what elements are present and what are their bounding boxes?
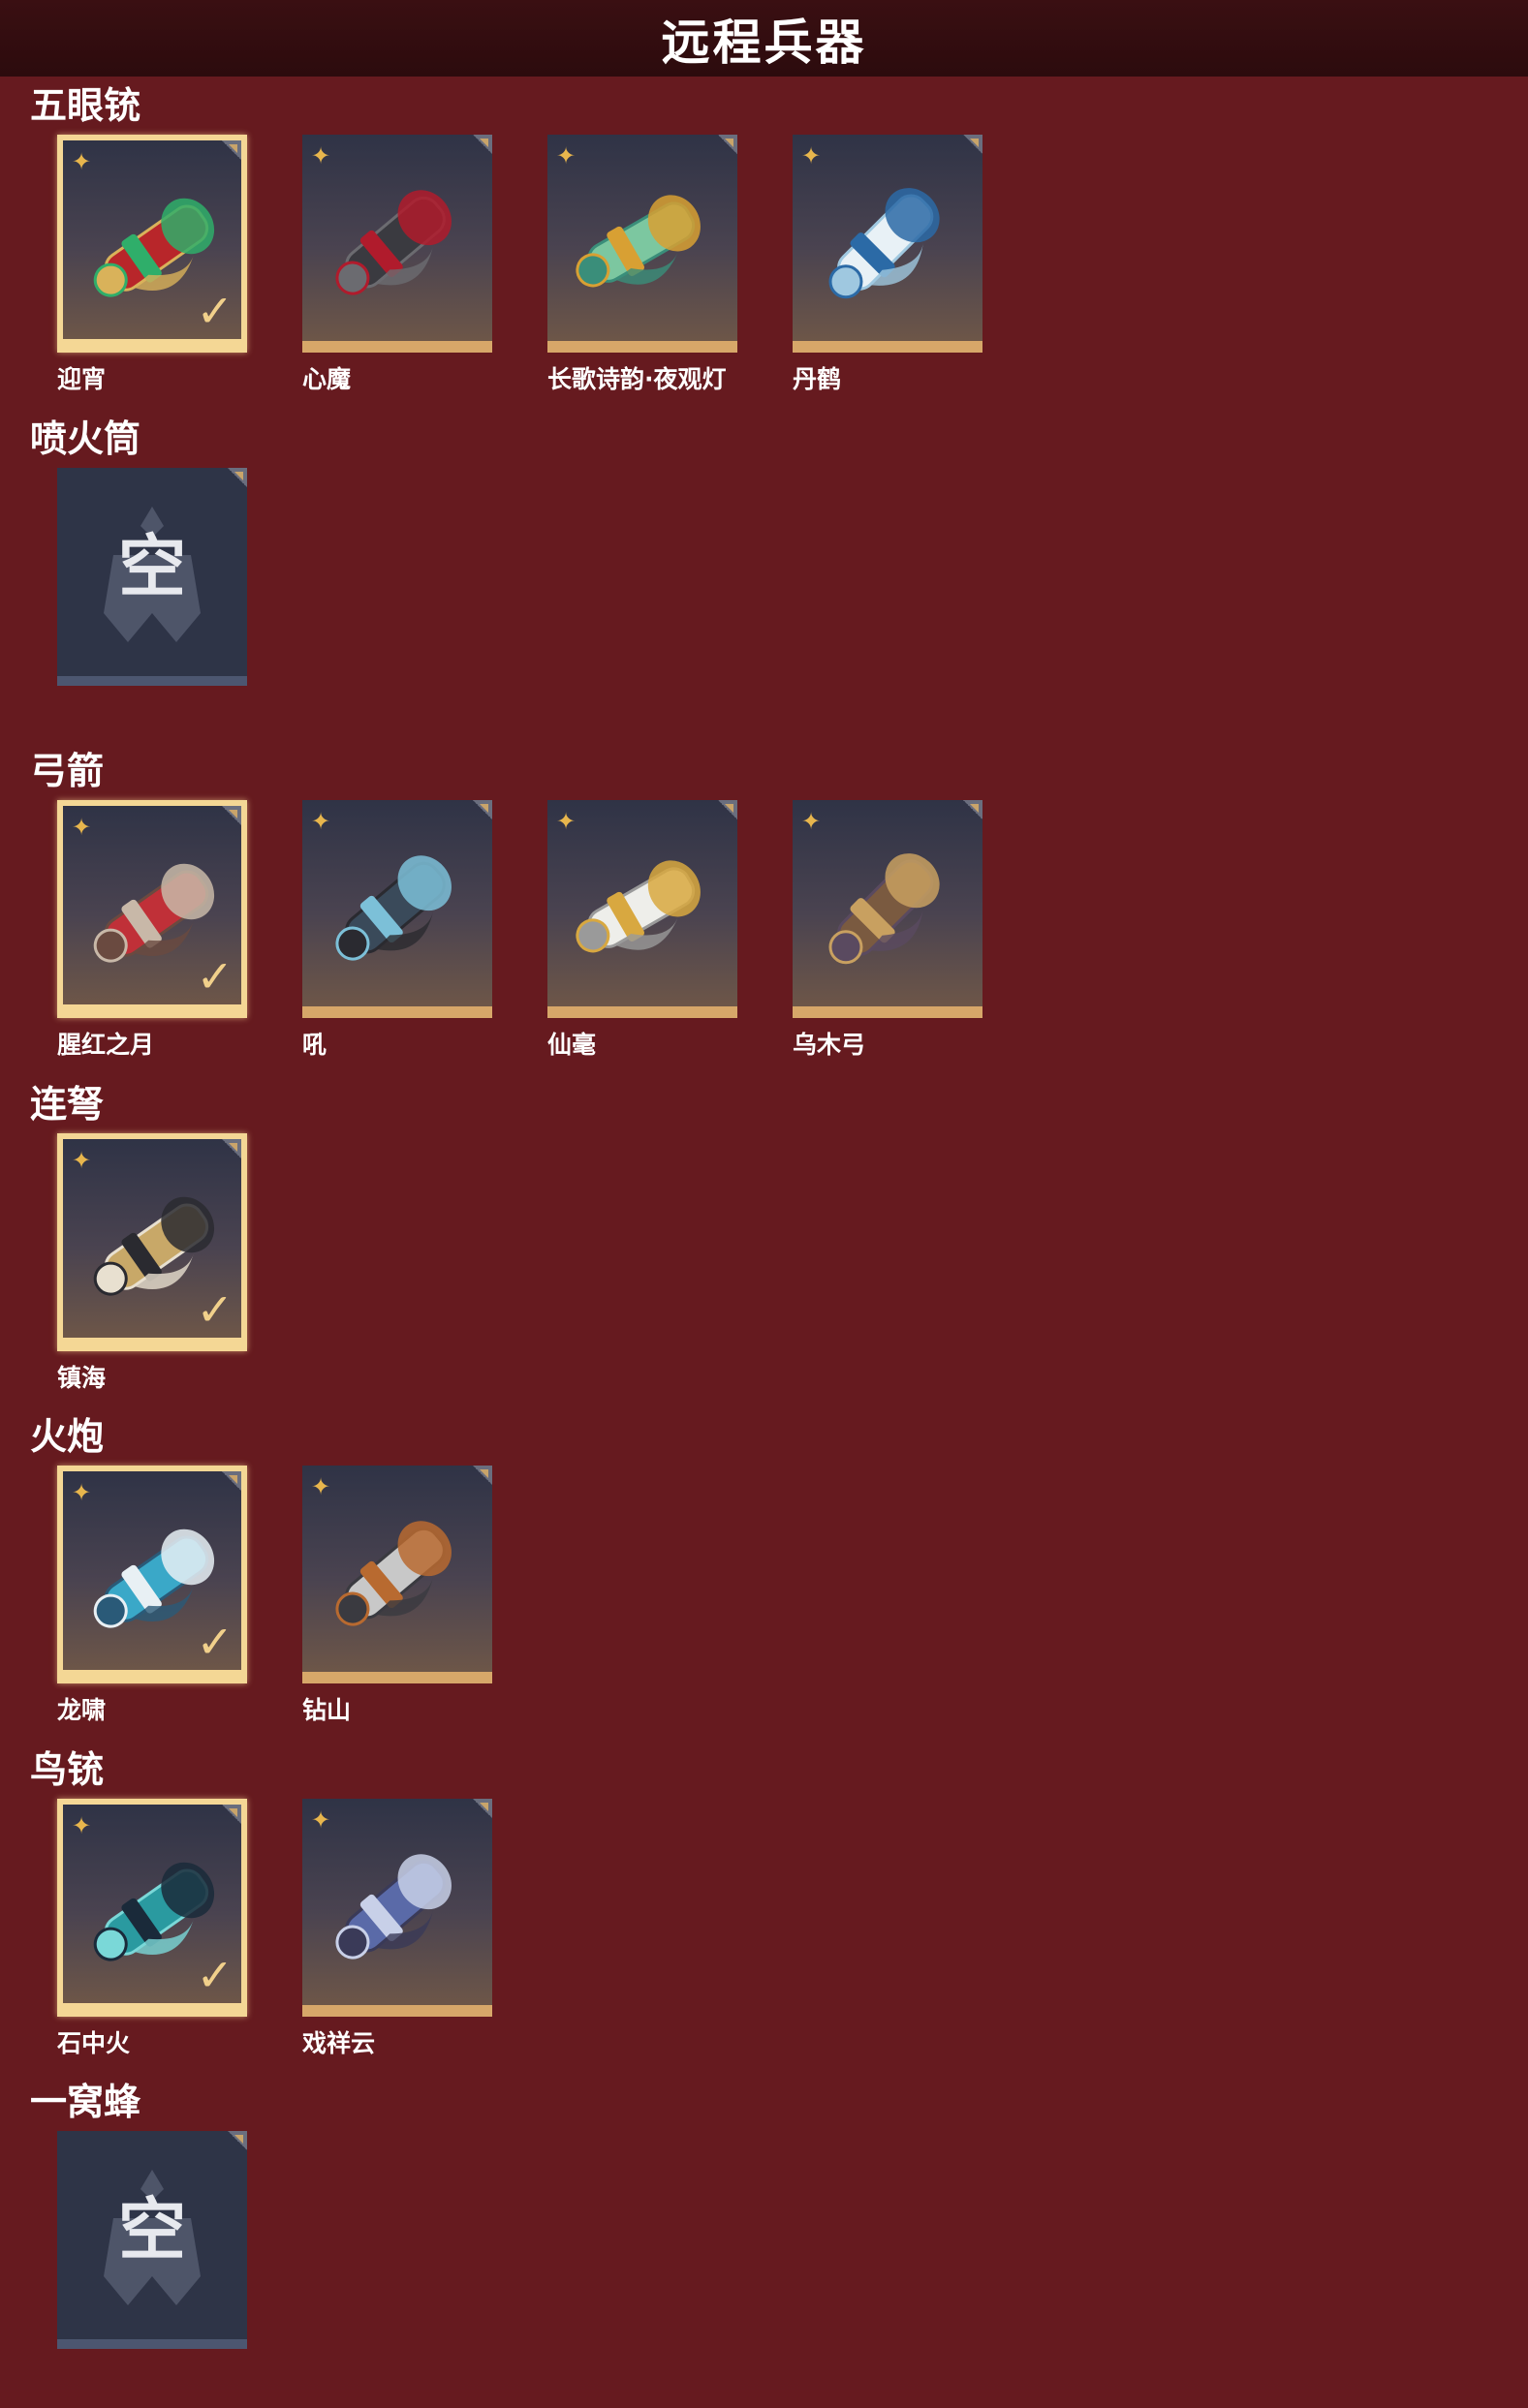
corner-tab-icon bbox=[473, 1466, 492, 1485]
weapon-name: 镇海 bbox=[57, 1364, 107, 1392]
empty-slot-label: 空 bbox=[118, 527, 186, 606]
weapon-art bbox=[335, 190, 452, 295]
weapon-item[interactable]: ✦ 仙毫 bbox=[547, 800, 737, 1066]
weapon-card[interactable]: ✦ bbox=[547, 800, 737, 1018]
weapon-card[interactable]: ✦ ✓ bbox=[57, 1133, 247, 1351]
equipped-check-icon: ✓ bbox=[196, 1949, 234, 2001]
section-title: 喷火筒 bbox=[30, 417, 141, 460]
weapon-card[interactable]: ✦ bbox=[302, 800, 492, 1018]
corner-tab-icon bbox=[228, 2131, 247, 2150]
weapon-card[interactable]: ✦ bbox=[547, 135, 737, 353]
corner-tab-icon bbox=[222, 806, 241, 825]
corner-tab-icon bbox=[222, 1139, 241, 1158]
weapon-card[interactable]: ✦ ✓ bbox=[57, 1466, 247, 1683]
empty-slot-card[interactable]: 空 bbox=[57, 2131, 247, 2349]
weapon-item[interactable]: ✦ ✓ 龙啸 bbox=[57, 1466, 247, 1732]
corner-tab-icon bbox=[963, 800, 982, 819]
weapon-art bbox=[576, 860, 701, 953]
weapon-section: 五眼铳 ✦ ✓ 迎宵 ✦ 心魔 ✦ 长歌诗韵·夜观灯 ✦ 丹鹤 bbox=[0, 83, 1528, 403]
equipped-check-icon: ✓ bbox=[196, 1283, 234, 1336]
section-title: 火炮 bbox=[30, 1415, 105, 1458]
weapon-art bbox=[828, 188, 940, 299]
weapon-art bbox=[576, 195, 701, 288]
corner-tab-icon bbox=[473, 1799, 492, 1818]
weapon-card[interactable]: ✦ bbox=[793, 135, 982, 353]
section-title: 五眼铳 bbox=[30, 84, 141, 127]
weapon-name: 石中火 bbox=[57, 2029, 131, 2057]
weapon-name: 钻山 bbox=[302, 1696, 352, 1724]
weapon-name: 腥红之月 bbox=[57, 1031, 155, 1059]
weapon-section: 喷火筒空 bbox=[0, 417, 1528, 736]
weapon-item[interactable]: ✦ ✓ 石中火 bbox=[57, 1799, 247, 2065]
page-title: 远程兵器 bbox=[661, 14, 867, 71]
corner-tab-icon bbox=[473, 800, 492, 819]
weapon-card[interactable]: ✦ bbox=[302, 1466, 492, 1683]
weapon-name: 仙毫 bbox=[547, 1031, 597, 1059]
weapon-name: 迎宵 bbox=[57, 365, 107, 393]
equipped-check-icon: ✓ bbox=[196, 285, 234, 337]
corner-tab-icon bbox=[718, 135, 737, 154]
weapon-item[interactable]: ✦ 戏祥云 bbox=[302, 1799, 492, 2065]
weapon-art bbox=[335, 855, 452, 961]
empty-slot-card[interactable]: 空 bbox=[57, 468, 247, 686]
section-title: 鸟铳 bbox=[30, 1748, 105, 1791]
weapon-item[interactable]: ✦ 丹鹤 bbox=[793, 135, 982, 401]
weapon-art bbox=[335, 1521, 452, 1626]
weapon-card[interactable]: ✦ ✓ bbox=[57, 1799, 247, 2017]
weapon-section: 弓箭 ✦ ✓ 腥红之月 ✦ 吼 ✦ 仙毫 ✦ 乌木弓 bbox=[0, 749, 1528, 1068]
weapon-name: 戏祥云 bbox=[302, 2029, 376, 2057]
weapon-name: 龙啸 bbox=[57, 1696, 107, 1724]
weapon-item[interactable]: ✦ 长歌诗韵·夜观灯 bbox=[547, 135, 737, 401]
weapon-card[interactable]: ✦ bbox=[793, 800, 982, 1018]
weapon-name: 吼 bbox=[302, 1031, 327, 1059]
title-bar: 远程兵器 bbox=[0, 0, 1528, 77]
equipped-check-icon: ✓ bbox=[196, 1616, 234, 1668]
section-title: 弓箭 bbox=[30, 750, 105, 792]
weapon-section: 一窝蜂空 bbox=[0, 2080, 1528, 2399]
empty-slot[interactable]: 空 bbox=[57, 468, 247, 734]
weapon-card[interactable]: ✦ bbox=[302, 135, 492, 353]
section-title: 连弩 bbox=[30, 1083, 105, 1126]
weapon-section: 鸟铳 ✦ ✓ 石中火 ✦ 戏祥云 bbox=[0, 1747, 1528, 2067]
weapon-item[interactable]: ✦ ✓ 迎宵 bbox=[57, 135, 247, 401]
weapon-art bbox=[335, 1854, 452, 1960]
ranged-weapons-page: 远程兵器 五眼铳 ✦ ✓ 迎宵 ✦ 心魔 ✦ 长歌诗韵·夜观灯 ✦ 丹鹤 喷火筒空弓箭 ✦ ✓ 腥红之月 ✦… bbox=[0, 0, 1528, 2408]
weapon-art bbox=[828, 853, 940, 965]
weapon-item[interactable]: ✦ 吼 bbox=[302, 800, 492, 1066]
corner-tab-icon bbox=[473, 135, 492, 154]
weapon-name: 丹鹤 bbox=[793, 365, 842, 393]
corner-tab-icon bbox=[228, 468, 247, 487]
weapon-card[interactable]: ✦ ✓ bbox=[57, 800, 247, 1018]
weapon-item[interactable]: ✦ ✓ 镇海 bbox=[57, 1133, 247, 1400]
weapon-item[interactable]: ✦ ✓ 腥红之月 bbox=[57, 800, 247, 1066]
weapon-card[interactable]: ✦ ✓ bbox=[57, 135, 247, 353]
weapon-item[interactable]: ✦ 乌木弓 bbox=[793, 800, 982, 1066]
weapon-name: 心魔 bbox=[302, 365, 352, 393]
empty-slot[interactable]: 空 bbox=[57, 2131, 247, 2397]
corner-tab-icon bbox=[222, 1805, 241, 1824]
equipped-check-icon: ✓ bbox=[196, 950, 234, 1003]
weapon-section: 连弩 ✦ ✓ 镇海 bbox=[0, 1082, 1528, 1402]
weapon-section: 火炮 ✦ ✓ 龙啸 ✦ 钻山 bbox=[0, 1414, 1528, 1734]
weapon-name: 乌木弓 bbox=[793, 1031, 866, 1059]
weapon-item[interactable]: ✦ 钻山 bbox=[302, 1466, 492, 1732]
corner-tab-icon bbox=[963, 135, 982, 154]
section-title: 一窝蜂 bbox=[30, 2081, 141, 2123]
corner-tab-icon bbox=[718, 800, 737, 819]
weapon-card[interactable]: ✦ bbox=[302, 1799, 492, 2017]
weapon-name: 长歌诗韵·夜观灯 bbox=[547, 365, 727, 393]
empty-slot-label: 空 bbox=[118, 2190, 186, 2269]
weapon-item[interactable]: ✦ 心魔 bbox=[302, 135, 492, 401]
corner-tab-icon bbox=[222, 140, 241, 160]
corner-tab-icon bbox=[222, 1471, 241, 1491]
